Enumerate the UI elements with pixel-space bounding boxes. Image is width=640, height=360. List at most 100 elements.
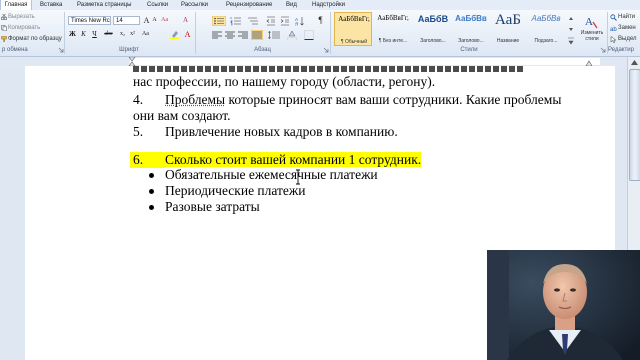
- cut-button[interactable]: Вырезать: [8, 13, 35, 21]
- find-button[interactable]: Найти: [618, 13, 635, 21]
- format-painter-button[interactable]: Формат по образцу: [8, 35, 62, 43]
- style-name: Подзаго...: [527, 38, 565, 44]
- tab-addins[interactable]: Надстройки: [312, 0, 345, 10]
- font-size-combo[interactable]: 14: [113, 16, 140, 25]
- style-name: Заголово...: [452, 38, 490, 44]
- tab-references[interactable]: Ссылки: [147, 0, 168, 10]
- italic-icon[interactable]: К: [79, 30, 88, 39]
- change-case-icon[interactable]: Аа: [141, 30, 150, 39]
- tab-review[interactable]: Рецензирование: [226, 0, 272, 10]
- font-color-icon[interactable]: A: [183, 30, 192, 39]
- clipboard-group-label: р обмена: [0, 46, 64, 55]
- text-cursor-icon: [295, 169, 301, 185]
- font-name-combo[interactable]: Times New Rc: [68, 16, 111, 25]
- style-name: Заголово...: [414, 38, 452, 44]
- group-divider: [330, 12, 331, 54]
- sort-icon[interactable]: АЯ: [295, 16, 305, 26]
- style-title[interactable]: АаБ Название: [489, 12, 527, 46]
- style-preview: АаБбВв: [527, 14, 565, 23]
- align-left-icon[interactable]: [212, 31, 222, 39]
- paragraph-group-label: Абзац: [195, 46, 330, 55]
- style-preview: АаБбВвГг,: [374, 14, 412, 22]
- copy-button[interactable]: Копировать: [8, 24, 40, 32]
- underline-icon[interactable]: Ч: [90, 30, 99, 39]
- text-line: нас профессии, по нашему городу (области…: [133, 74, 435, 90]
- scroll-up-arrow-icon[interactable]: [630, 59, 639, 66]
- clear-format-eraser-icon[interactable]: А: [181, 16, 190, 25]
- numbering-icon[interactable]: [230, 16, 242, 26]
- change-styles-icon[interactable]: A: [584, 14, 598, 30]
- tab-view[interactable]: Вид: [286, 0, 297, 10]
- style-preview: АаБбВв: [452, 14, 490, 23]
- tab-page-layout[interactable]: Разметка страницы: [77, 0, 131, 10]
- list-item-6: Сколько стоит вашей компании 1 сотрудник…: [165, 152, 421, 168]
- list-item-4-continuation: они вам создают.: [133, 108, 231, 124]
- align-center-icon[interactable]: [225, 31, 235, 39]
- bullet-icon: [149, 189, 154, 194]
- paragraph-dialog-launcher-icon[interactable]: [323, 47, 329, 53]
- bullet-item: Периодические платежи: [165, 183, 305, 199]
- style-name: ¶ Обычный: [335, 39, 373, 45]
- format-painter-icon[interactable]: [1, 36, 7, 42]
- style-heading-1[interactable]: АаБбВ Заголово...: [414, 12, 452, 46]
- scroll-thumb[interactable]: [629, 69, 640, 181]
- style-normal[interactable]: АаБбВвГг, ¶ Обычный: [334, 12, 372, 46]
- highlighted-text: Сколько стоит вашей компании 1 сотрудник…: [165, 152, 421, 167]
- decrease-indent-icon[interactable]: [266, 16, 276, 26]
- style-preview: АаБ: [489, 12, 527, 29]
- bullets-icon[interactable]: [212, 16, 226, 26]
- font-group-label: Шрифт: [64, 46, 194, 55]
- style-preview: АаБбВ: [414, 14, 452, 24]
- style-name: ¶ Без инте...: [374, 38, 412, 44]
- style-name: Название: [489, 38, 527, 44]
- copy-icon[interactable]: [1, 25, 7, 31]
- styles-gallery-scroll-icon[interactable]: [567, 14, 575, 46]
- styles-dialog-launcher-icon[interactable]: [600, 47, 606, 53]
- align-right-icon[interactable]: [238, 31, 248, 39]
- clipped-text-line: [133, 56, 523, 76]
- superscript-icon[interactable]: x²: [128, 30, 137, 39]
- tab-insert[interactable]: Вставка: [40, 0, 62, 10]
- list-number: 5.: [133, 124, 143, 140]
- style-subtitle[interactable]: АаБбВв Подзаго...: [527, 12, 565, 46]
- style-heading-2[interactable]: АаБбВв Заголово...: [452, 12, 490, 46]
- show-formatting-marks-icon[interactable]: ¶: [316, 16, 325, 25]
- list-item-text: которые приносят вам ваши сотрудники. Ка…: [225, 92, 561, 107]
- justify-icon[interactable]: [251, 30, 263, 40]
- style-no-spacing[interactable]: АаБбВвГг, ¶ Без инте...: [374, 12, 412, 46]
- styles-group-label: Стили: [334, 46, 604, 55]
- bullet-icon: [149, 205, 154, 210]
- list-item-5: Привлечение новых кадров в компанию.: [165, 124, 398, 140]
- tab-mailings[interactable]: Рассылки: [181, 0, 208, 10]
- clear-formatting-icon[interactable]: Aa: [160, 16, 169, 25]
- bullet-item: Разовые затраты: [165, 199, 260, 215]
- multilevel-list-icon[interactable]: [247, 16, 259, 26]
- replace-button[interactable]: Замен: [618, 24, 636, 32]
- list-number-highlighted: 6.: [130, 152, 165, 168]
- select-button[interactable]: Выдел: [618, 35, 636, 43]
- line-spacing-icon[interactable]: [268, 31, 280, 39]
- borders-icon[interactable]: [304, 30, 314, 40]
- strikethrough-icon[interactable]: abe: [104, 30, 113, 39]
- misspelled-word[interactable]: Проблемы: [165, 92, 225, 107]
- find-icon[interactable]: [610, 14, 617, 21]
- list-number: 4.: [133, 92, 143, 108]
- list-item-4: Проблемы которые приносят вам ваши сотру…: [165, 92, 561, 108]
- webcam-overlay: [487, 250, 640, 360]
- bullet-item: Обязательные ежемесячные платежи: [165, 167, 378, 183]
- shrink-font-icon[interactable]: A: [150, 16, 159, 25]
- change-styles-button[interactable]: Изменить стили: [578, 30, 606, 42]
- bold-icon[interactable]: Ж: [68, 30, 77, 39]
- replace-icon[interactable]: ab: [610, 25, 617, 32]
- increase-indent-icon[interactable]: [280, 16, 290, 26]
- svg-text:A: A: [585, 16, 593, 28]
- shading-icon[interactable]: [287, 30, 297, 40]
- select-icon[interactable]: [610, 36, 617, 43]
- bullet-icon: [149, 173, 154, 178]
- presenter-video-image: [487, 250, 640, 360]
- scissors-icon[interactable]: [1, 14, 7, 20]
- highlight-color-icon[interactable]: [170, 30, 179, 39]
- subscript-icon[interactable]: x₂: [118, 30, 127, 39]
- svg-text:ab: ab: [610, 27, 617, 32]
- ribbon: Вырезать Копировать Формат по образцу р …: [0, 10, 640, 57]
